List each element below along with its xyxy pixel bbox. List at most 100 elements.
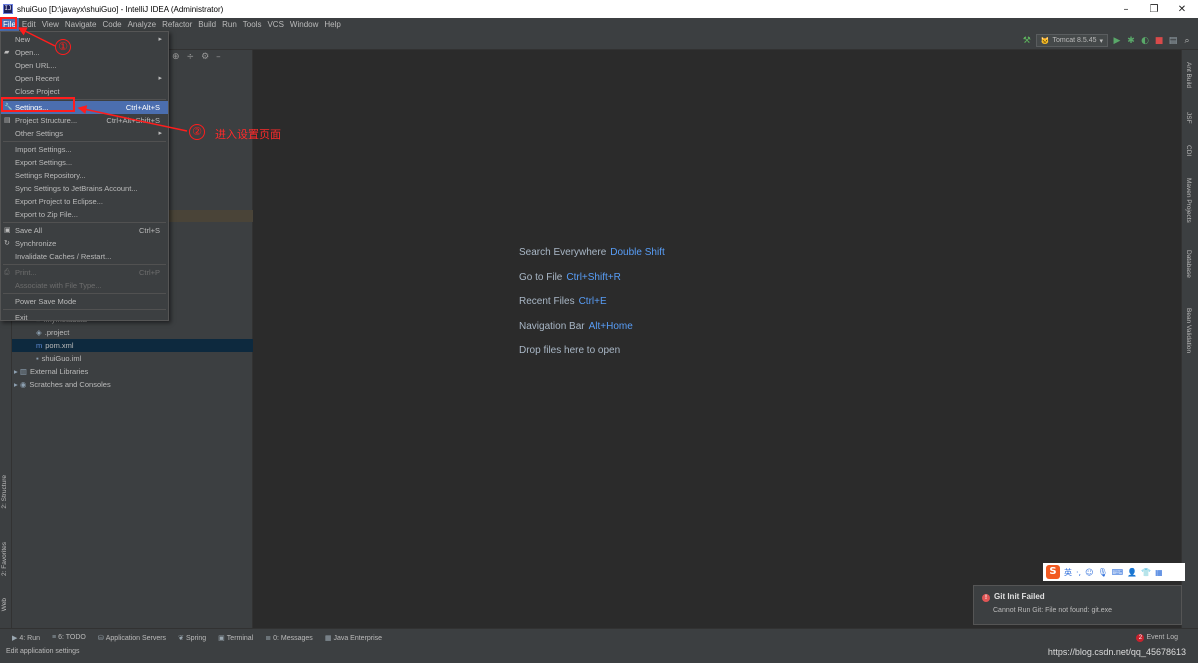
file-menu-item-open[interactable]: ▰ Open... (1, 46, 168, 59)
ime-language[interactable]: 英 (1064, 567, 1072, 578)
tree-item-external-libraries[interactable]: ▸ ▥ External Libraries (12, 365, 253, 378)
emoji-icon[interactable]: ☺ (1085, 568, 1093, 577)
microphone-icon[interactable]: 🎙 (1097, 568, 1107, 577)
tool-tab-database[interactable]: Database (1185, 250, 1192, 278)
git-init-failed-notification[interactable]: ! Git Init Failed Cannot Run Git: File no… (973, 585, 1182, 625)
search-icon[interactable]: ⌕ (1182, 36, 1192, 46)
bottom-tab-0-messages[interactable]: ≣ 0: Messages (265, 634, 313, 642)
stop-icon[interactable]: ■ (1154, 36, 1164, 46)
tree-item-pom-xml[interactable]: m pom.xml (12, 339, 253, 352)
close-button[interactable]: ✕ (1168, 0, 1196, 18)
menu-refactor[interactable]: Refactor (159, 18, 195, 31)
menu-run[interactable]: Run (219, 18, 240, 31)
bottom-tab-4-run[interactable]: ▶ 4: Run (12, 634, 40, 642)
menu-separator (3, 141, 166, 142)
keyboard-icon[interactable]: ⌨ (1112, 568, 1124, 577)
punctuation-icon[interactable]: ·, (1076, 568, 1081, 577)
file-menu-item-import-settings[interactable]: Import Settings... (1, 143, 168, 156)
intellij-app-icon: IJ (3, 4, 13, 14)
menu-analyze[interactable]: Analyze (125, 18, 159, 31)
user-icon[interactable]: 👤 (1127, 568, 1137, 577)
maximize-button[interactable]: ❐ (1140, 0, 1168, 18)
file-menu-item-open-url[interactable]: Open URL... (1, 59, 168, 72)
debug-icon[interactable]: ✱ (1126, 36, 1136, 46)
file-menu-item-invalidate-caches-restart[interactable]: Invalidate Caches / Restart... (1, 250, 168, 263)
file-menu-item-save-all[interactable]: ▣ Save All Ctrl+S (1, 224, 168, 237)
tool-tab-ant-build[interactable]: Ant Build (1185, 62, 1192, 88)
build-hammer-icon[interactable]: ⚒ (1022, 36, 1032, 46)
grid-icon[interactable]: ▦ (1155, 568, 1163, 577)
menu-build[interactable]: Build (195, 18, 219, 31)
editor-empty-area[interactable]: Search Everywhere Double Shift Go to File C… (253, 50, 1181, 628)
file-menu-item-power-save-mode[interactable]: Power Save Mode (1, 295, 168, 308)
file-menu-item-exit[interactable]: Exit (1, 311, 168, 324)
tree-item-scratches-and-consoles[interactable]: ▸ ◉ Scratches and Consoles (12, 378, 253, 391)
menu-separator (3, 309, 166, 310)
window-title-bar: IJ shuiGuo [D:\javayx\shuiGuo] - Intelli… (0, 0, 1198, 18)
bottom-tab-spring[interactable]: ❦ Spring (178, 634, 206, 642)
file-menu-item-synchronize[interactable]: ↻ Synchronize (1, 237, 168, 250)
tree-item-project[interactable]: ◈ .project (12, 326, 253, 339)
menu-vcs[interactable]: VCS (264, 18, 286, 31)
chevron-down-icon: ▾ (1099, 37, 1103, 45)
file-menu-item-new[interactable]: New ▸ (1, 33, 168, 46)
tool-tab-jsf[interactable]: JSF (1185, 112, 1192, 124)
hint-shortcut: Alt+Home (588, 320, 633, 332)
file-menu-item-other-settings[interactable]: Other Settings ▸ (1, 127, 168, 140)
tool-tab-structure[interactable]: 2: Structure (1, 475, 8, 509)
file-menu-label: Print... (15, 268, 37, 277)
minimize-button[interactable]: – (1112, 0, 1140, 18)
locate-icon[interactable]: ⊕ (172, 52, 180, 62)
bottom-tab-java-enterprise[interactable]: ▦ Java Enterprise (325, 634, 382, 642)
menu-tools[interactable]: Tools (240, 18, 265, 31)
file-menu-item-export-project-to-eclipse[interactable]: Export Project to Eclipse... (1, 195, 168, 208)
sogou-logo-icon: S (1046, 565, 1060, 579)
event-log-button[interactable]: 2 Event Log (1136, 633, 1178, 642)
bottom-tab-6-todo[interactable]: ≡ 6: TODO (52, 634, 86, 641)
run-icon[interactable]: ▶ (1112, 36, 1122, 46)
bottom-tab-label: 4: Run (19, 634, 41, 642)
coverage-icon[interactable]: ◐ (1140, 36, 1150, 46)
tomcat-icon: 🐱 (1040, 37, 1050, 45)
menu-window[interactable]: Window (287, 18, 321, 31)
tool-tab-cdi[interactable]: CDI (1185, 145, 1192, 156)
tree-item-label: shuiGuo.iml (41, 354, 82, 363)
tool-tab-web[interactable]: Web (1, 598, 8, 611)
menu-view[interactable]: View (39, 18, 62, 31)
file-menu-label: Open URL... (15, 61, 57, 70)
submenu-arrow-icon: ▸ (158, 130, 162, 137)
gear-icon[interactable]: ⚙ (201, 52, 209, 62)
menu-help[interactable]: Help (321, 18, 343, 31)
menu-separator (3, 222, 166, 223)
ime-toolbar[interactable]: S 英 ·, ☺ 🎙 ⌨ 👤 👕 ▦ (1043, 563, 1185, 581)
menu-edit[interactable]: Edit (19, 18, 39, 31)
collapse-icon[interactable]: ÷ (187, 52, 195, 62)
tree-item-shuiguo-iml[interactable]: ▪ shuiGuo.iml (12, 352, 253, 365)
hide-icon[interactable]: – (216, 52, 221, 62)
file-menu-item-open-recent[interactable]: Open Recent ▸ (1, 72, 168, 85)
project-structure-icon[interactable]: ▤ (1168, 36, 1178, 46)
tool-tab-favorites[interactable]: 2: Favorites (1, 542, 8, 576)
file-menu-item-export-settings[interactable]: Export Settings... (1, 156, 168, 169)
bottom-tab-application-servers[interactable]: ⛁ Application Servers (98, 634, 166, 642)
tool-tab-bean-validation[interactable]: Bean Validation (1185, 308, 1192, 353)
run-configuration-select[interactable]: 🐱 Tomcat 8.5.45 ▾ (1035, 34, 1108, 47)
file-menu-item-project-structure[interactable]: ▤ Project Structure... Ctrl+Alt+Shift+S (1, 114, 168, 127)
bottom-tab-terminal[interactable]: ▣ Terminal (218, 634, 253, 642)
menu-code[interactable]: Code (99, 18, 124, 31)
hint-shortcut: Double Shift (610, 247, 665, 258)
file-menu-item-export-to-zip-file[interactable]: Export to Zip File... (1, 208, 168, 221)
editor-hint-drop-files-here-to-open: Drop files here to open (519, 345, 620, 356)
file-menu-item-settings-repository[interactable]: Settings Repository... (1, 169, 168, 182)
bottom-tool-bar: ▶ 4: Run ≡ 6: TODO ⛁ Application Servers ❦ Spri… (0, 628, 1198, 646)
tool-tab-maven-projects[interactable]: Maven Projects (1185, 178, 1192, 223)
bottom-tab-icon: ≡ (52, 634, 57, 641)
file-menu-label: Sync Settings to JetBrains Account... (15, 184, 138, 193)
tree-item-icon: ▪ (36, 354, 39, 363)
file-menu-item-sync-settings-to-jetbrains-account[interactable]: Sync Settings to JetBrains Account... (1, 182, 168, 195)
menu-bar: File Edit View Navigate Code Analyze Refactor B… (0, 18, 1198, 31)
menu-navigate[interactable]: Navigate (62, 18, 100, 31)
file-menu-label: Settings Repository... (15, 171, 86, 180)
tree-item-label: pom.xml (45, 341, 74, 350)
shirt-icon[interactable]: 👕 (1141, 568, 1151, 577)
